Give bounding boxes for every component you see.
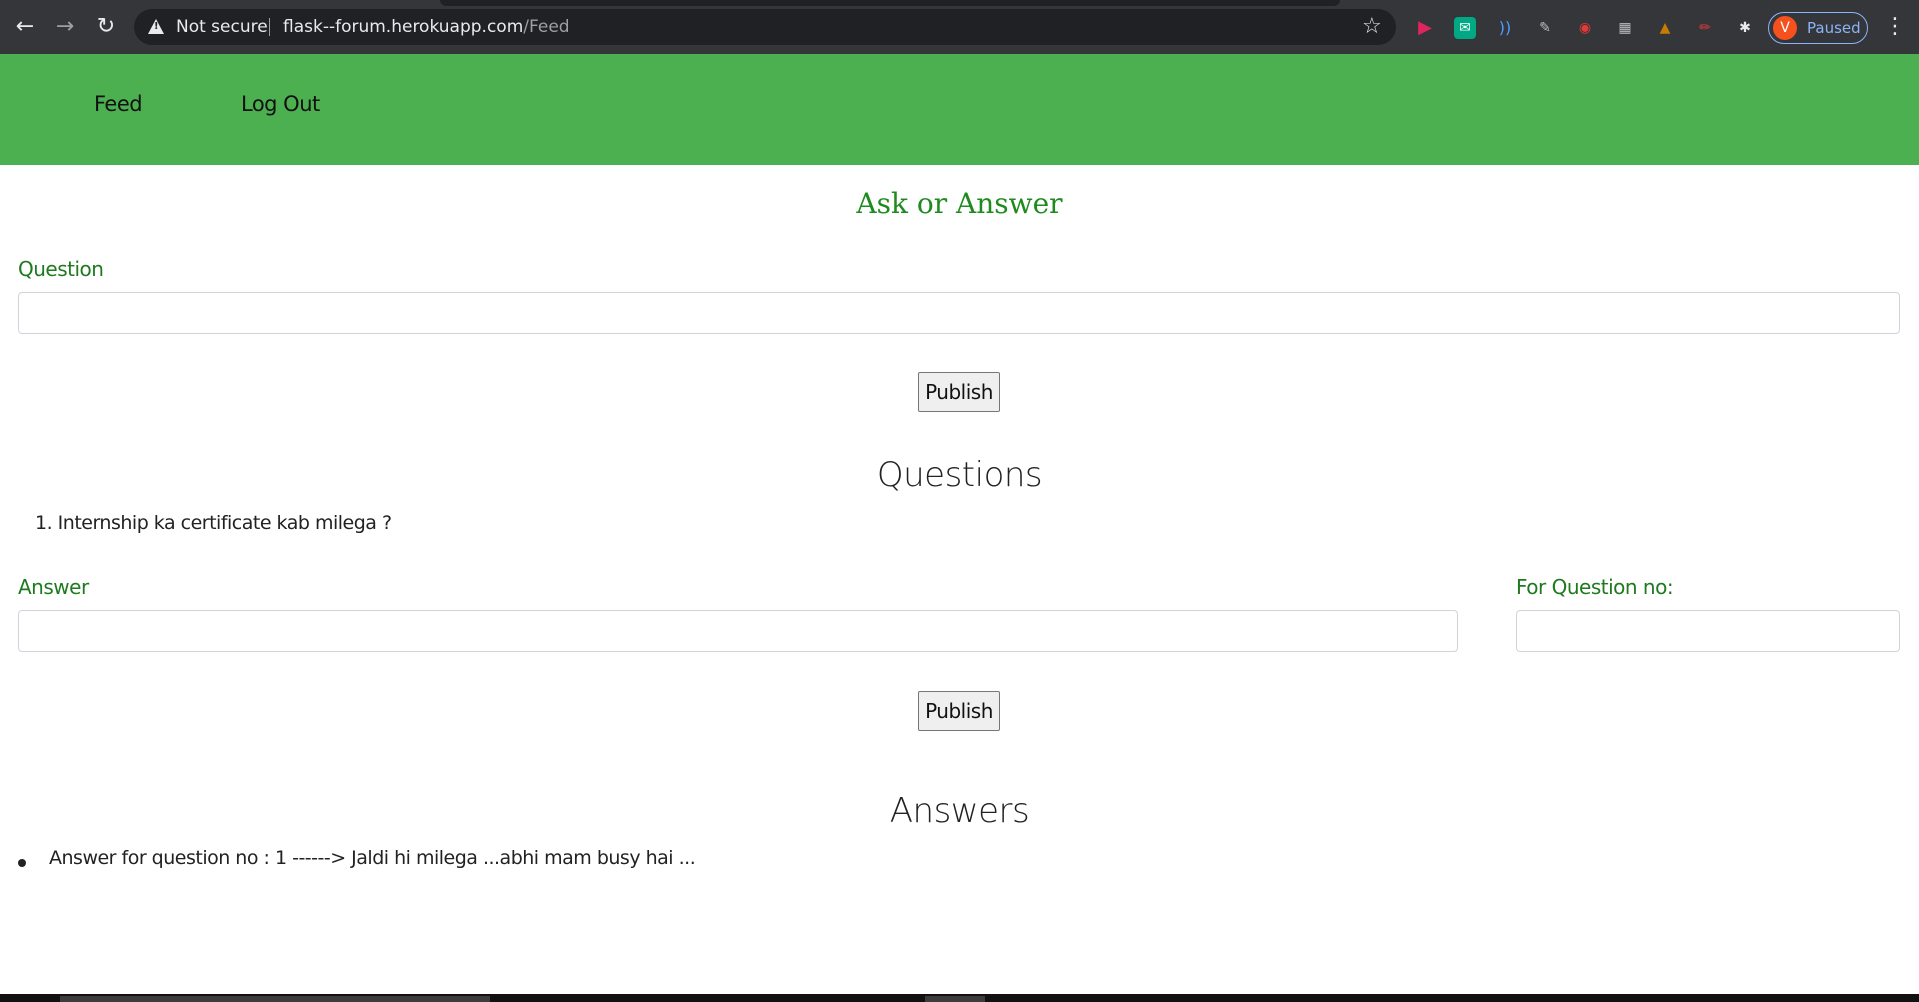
warning-icon	[148, 19, 164, 34]
nav-link-logout[interactable]: Log Out	[241, 92, 320, 116]
question-label: Question	[18, 257, 104, 281]
questions-title: Questions	[876, 455, 1043, 495]
scrollbar-segment	[925, 996, 985, 1002]
security-label[interactable]: Not secure	[176, 17, 268, 37]
marker-extension-icon[interactable]: ✏	[1694, 17, 1716, 39]
address-bar[interactable]: Not secure flask--forum.herokuapp.com/Fe…	[134, 9, 1396, 45]
main-content: Ask or Answer Question Publish Questions…	[0, 165, 1919, 1002]
grid-extension-icon[interactable]: ▦	[1614, 17, 1636, 39]
answer-item: Answer for question no : 1 ------> Jaldi…	[49, 847, 696, 869]
answers-title: Answers	[889, 791, 1030, 831]
list-bullet	[18, 859, 26, 867]
hat-extension-icon[interactable]: ▲	[1654, 17, 1676, 39]
question-number-label: For Question no:	[1516, 575, 1674, 599]
video-extension-icon[interactable]: ▶	[1414, 17, 1436, 39]
scrollbar-thumb[interactable]	[60, 996, 490, 1002]
more-menu-icon[interactable]: ⋮	[1884, 12, 1906, 42]
mail-extension-icon[interactable]: ✉	[1454, 17, 1476, 39]
puzzle-extensions-icon[interactable]: ✱	[1734, 17, 1756, 39]
publish-question-button[interactable]: Publish	[918, 372, 1000, 412]
pen-extension-icon[interactable]: ✎	[1534, 17, 1556, 39]
forward-icon[interactable]: →	[50, 12, 80, 42]
profile-button[interactable]: V Paused	[1768, 12, 1868, 44]
tab-strip	[440, 0, 1340, 6]
publish-answer-button[interactable]: Publish	[918, 691, 1000, 731]
record-extension-icon[interactable]: ◉	[1574, 17, 1596, 39]
question-input[interactable]	[18, 292, 1900, 334]
bookmark-star-icon[interactable]: ☆	[1362, 14, 1382, 39]
back-icon[interactable]: ←	[10, 12, 40, 42]
nav-link-feed[interactable]: Feed	[94, 92, 143, 116]
avatar: V	[1773, 16, 1797, 40]
url-text[interactable]: flask--forum.herokuapp.com/Feed	[283, 17, 570, 37]
wave-extension-icon[interactable]: ))	[1494, 17, 1516, 39]
browser-toolbar: ← → ↻ Not secure flask--forum.herokuapp.…	[0, 0, 1919, 54]
answer-input[interactable]	[18, 610, 1458, 652]
divider	[269, 18, 270, 36]
question-number-input[interactable]	[1516, 610, 1900, 652]
question-item: 1. Internship ka certificate kab milega …	[35, 512, 392, 534]
profile-status: Paused	[1807, 19, 1861, 37]
reload-icon[interactable]: ↻	[91, 12, 121, 42]
page-heading: Ask or Answer	[856, 187, 1063, 220]
answer-label: Answer	[18, 575, 89, 599]
site-navbar: Feed Log Out	[0, 54, 1919, 165]
horizontal-scrollbar[interactable]	[0, 994, 1919, 1002]
